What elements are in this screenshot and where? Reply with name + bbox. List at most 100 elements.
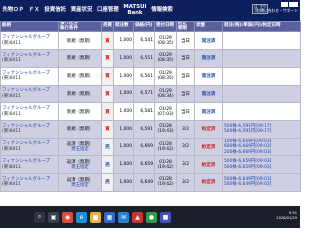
account-cell: 新規（無期） xyxy=(58,102,102,121)
order-table: 銘柄 預り区分 執行条件 売買 発注数 価格(円) 受付日時 約定 期限 状態 … xyxy=(0,20,301,192)
top-navigation-bar: 先物ＯＰ ＦＸ 投資信託 資産状況 口座管理 MATSUI Bank 情報検索 … xyxy=(0,0,300,21)
stock-cell[interactable]: フィナンシャルグループ (東)8411 xyxy=(0,155,59,174)
col-header-term[interactable]: 約定 期限 xyxy=(176,20,195,33)
col-header-side[interactable]: 売買 xyxy=(101,20,114,33)
user-info xyxy=(280,2,298,7)
help-link[interactable]: お問い合わせ・サポート xyxy=(256,8,298,14)
datetime-cell: 01/28 (19:43) xyxy=(154,119,177,139)
status-badge[interactable]: 発注済 xyxy=(202,74,216,79)
stock-cell[interactable]: フィナンシャルグループ (東)8411 xyxy=(0,84,59,104)
col-header-status[interactable]: 状態 xyxy=(194,20,223,33)
side-cell: 買 xyxy=(101,66,114,86)
edge-icon[interactable]: e xyxy=(76,211,87,223)
stock-name[interactable]: フィナンシャルグループ xyxy=(2,106,57,112)
fill-detail: 200株-6,669円[09:03] xyxy=(224,149,272,155)
position-link[interactable]: 建玉指定 xyxy=(60,183,100,189)
account-cell: 新規（無期） xyxy=(58,49,102,68)
mail-icon[interactable]: ✉ xyxy=(118,211,129,223)
col-header-price[interactable]: 価格(円) xyxy=(133,20,155,33)
stock-name[interactable]: フィナンシャルグループ xyxy=(2,159,57,165)
status-badge[interactable]: 発注済 xyxy=(202,56,216,61)
user-avatar xyxy=(280,2,288,7)
account-type: 新規（無期） xyxy=(66,38,94,44)
nav-item-assets[interactable]: 資産状況 xyxy=(68,7,94,14)
order-row: フィナンシャルグループ (東)8411 返済（無期） 建玉指定売 1,000 6,649 0… xyxy=(0,172,301,192)
term-cell: 3/2 xyxy=(176,119,195,139)
stock-cell[interactable]: フィナンシャルグループ (東)8411 xyxy=(0,49,59,68)
order-time: (19:42) xyxy=(157,146,174,152)
stock-cell[interactable]: フィナンシャルグループ (東)8411 xyxy=(0,119,59,139)
status-badge[interactable]: 約定済 xyxy=(202,180,216,185)
account-cell: 返済（無期） 建玉指定 xyxy=(58,172,102,192)
datetime-cell: 01/29 (07:03) xyxy=(154,102,177,121)
status-badge[interactable]: 約定済 xyxy=(202,163,216,168)
account-cell: 返済（無期） 建玉指定 xyxy=(58,155,102,174)
status-badge[interactable]: 発注済 xyxy=(202,92,216,97)
order-row: フィナンシャルグループ (東)8411 返済（無期） 建玉指定売 1,000 6,659 0… xyxy=(0,155,301,174)
app-icon-blue[interactable]: ■ xyxy=(160,211,171,223)
term-cell: 当日 xyxy=(176,49,195,68)
status-badge[interactable]: 約定済 xyxy=(202,145,216,150)
detail-cell xyxy=(222,84,301,104)
status-cell: 約定済 xyxy=(194,119,223,139)
stock-code: (東)8411 xyxy=(2,40,21,46)
datetime-cell: 01/28 (19:42) xyxy=(154,172,177,192)
status-badge[interactable]: 約定済 xyxy=(202,127,216,132)
app-icon-red[interactable]: ▲ xyxy=(132,211,143,223)
col-header-detail[interactable]: 発注(残)/単価(円)/約定日時 xyxy=(222,20,301,33)
datetime-cell: 01/29 (08:35) xyxy=(154,49,177,68)
qty-cell: 1,000 xyxy=(113,66,134,86)
term-cell: 当日 xyxy=(176,66,195,86)
system-clock[interactable]: 9:31 2026/01/29 xyxy=(276,211,297,221)
nav-item-matsui-bank[interactable]: MATSUI Bank xyxy=(121,4,149,16)
position-link[interactable]: 建玉指定 xyxy=(60,165,100,171)
order-row: フィナンシャルグループ (東)8411 新規（無期） 買 1,000 6,571 01/29… xyxy=(0,84,301,104)
folder-icon[interactable]: ▆ xyxy=(90,211,101,223)
qty-cell: 1,000 xyxy=(113,119,134,139)
nav-item-info-search[interactable]: 情報検索 xyxy=(149,7,175,14)
status-cell: 発注済 xyxy=(194,66,223,86)
detail-cell xyxy=(222,49,301,68)
clock-date: 2026/01/29 xyxy=(276,215,297,220)
datetime-cell: 01/29 (08:35) xyxy=(154,31,177,51)
col-header-datetime[interactable]: 受付日時 xyxy=(154,20,177,33)
col-header-account[interactable]: 預り区分 執行条件 xyxy=(58,20,102,33)
store-icon[interactable]: ▦ xyxy=(104,211,115,223)
order-time: (08:34) xyxy=(157,93,174,99)
order-time: (19:42) xyxy=(157,182,174,188)
price-cell: 6,669 xyxy=(133,137,155,157)
position-link[interactable]: 建玉指定 xyxy=(60,147,100,153)
stock-code: (東)8411 xyxy=(2,164,21,170)
stock-code: (東)8411 xyxy=(2,58,21,64)
stock-cell[interactable]: フィナンシャルグループ (東)8411 xyxy=(0,66,59,86)
nav-item-account[interactable]: 口座管理 xyxy=(95,7,121,14)
account-type: 新規（無期） xyxy=(66,109,94,115)
side-cell: 買 xyxy=(101,49,114,68)
stock-cell[interactable]: フィナンシャルグループ (東)8411 xyxy=(0,137,59,157)
stock-cell[interactable]: フィナンシャルグループ (東)8411 xyxy=(0,31,59,51)
price-cell: 6,649 xyxy=(133,172,155,192)
nav-item-fx[interactable]: ＦＸ xyxy=(26,7,42,14)
term-cell: 当日 xyxy=(176,102,195,121)
chrome-icon[interactable]: ◉ xyxy=(62,211,73,223)
stock-cell[interactable]: フィナンシャルグループ (東)8411 xyxy=(0,172,59,192)
stock-name[interactable]: フィナンシャルグループ xyxy=(2,35,57,41)
order-time: (19:43) xyxy=(157,129,174,135)
nav-item-funds[interactable]: 投資信託 xyxy=(42,7,68,14)
status-cell: 発注済 xyxy=(194,102,223,121)
side-label: 買 xyxy=(105,127,110,133)
stock-cell[interactable]: フィナンシャルグループ (東)8411 xyxy=(0,102,59,121)
user-name-box xyxy=(288,2,298,7)
account-type: 新規（無期） xyxy=(66,127,94,133)
status-badge[interactable]: 発注済 xyxy=(202,110,216,115)
stock-code: (東)8411 xyxy=(2,129,21,135)
col-header-qty[interactable]: 発注数 xyxy=(113,20,134,33)
price-cell: 6,591 xyxy=(133,119,155,139)
col-header-stock[interactable]: 銘柄 xyxy=(0,20,59,33)
nav-item-futures[interactable]: 先物ＯＰ xyxy=(0,7,26,14)
status-badge[interactable]: 発注済 xyxy=(202,39,216,44)
app-icon-green[interactable]: ● xyxy=(146,211,157,223)
task-view-icon[interactable]: ▣ xyxy=(48,211,59,223)
search-icon[interactable]: ⌕ xyxy=(34,211,45,223)
order-time: (08:35) xyxy=(157,58,174,64)
